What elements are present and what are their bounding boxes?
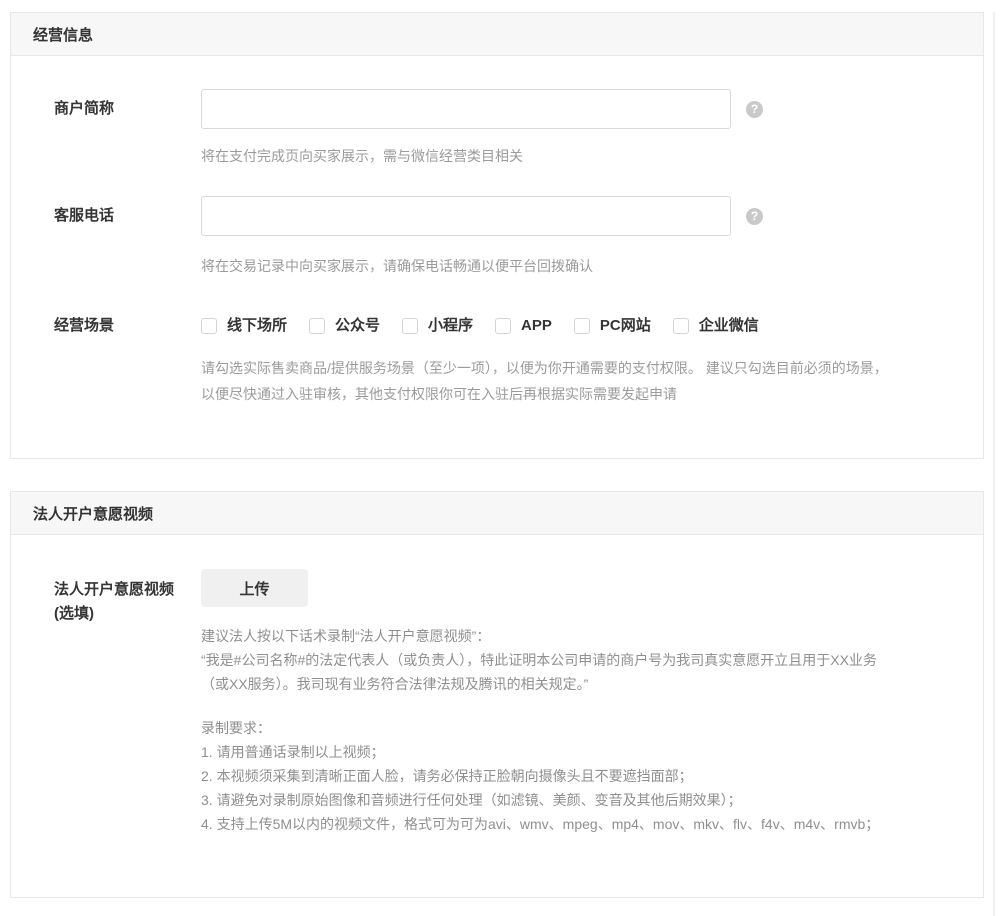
upload-button[interactable]: 上传 <box>201 569 308 607</box>
checkbox-unchecked-icon[interactable] <box>309 318 325 334</box>
video-upload-label: 法人开户意愿视频 (选填) <box>11 569 201 836</box>
merchant-short-name-hint: 将在支付完成页向买家展示，需与微信经营类目相关 <box>201 146 953 166</box>
merchant-short-name-label: 商户简称 <box>11 89 201 166</box>
video-upload-label-line2: (选填) <box>54 602 201 626</box>
video-script-line2: （或XX服务）。我司现有业务符合法律法规及腾讯的相关规定。” <box>201 672 953 696</box>
section-title: 法人开户意愿视频 <box>33 503 153 524</box>
video-upload-label-line1: 法人开户意愿视频 <box>54 578 201 602</box>
scrollbar-track[interactable] <box>993 12 995 916</box>
section-business-info-body: 商户简称 将在支付完成页向买家展示，需与微信经营类目相关 客服电话 将在交易记录… <box>11 56 983 458</box>
section-business-info: 经营信息 商户简称 将在支付完成页向买家展示，需与微信经营类目相关 客服电话 将… <box>10 12 984 459</box>
video-script-line1: “我是#公司名称#的法定代表人（或负责人），特此证明本公司申请的商户号为我司真实… <box>201 648 953 672</box>
service-phone-row: 客服电话 将在交易记录中向买家展示，请确保电话畅通以便平台回拨确认 <box>11 196 953 276</box>
checkbox-unchecked-icon[interactable] <box>673 318 689 334</box>
section-legal-person-video-header: 法人开户意愿视频 <box>11 492 983 535</box>
video-requirement-3: 3. 请避免对录制原始图像和音频进行任何处理（如滤镜、美颜、变音及其他后期效果）… <box>201 788 953 812</box>
business-scenes-hint-line2: 以便尽快通过入驻审核，其他支付权限你可在入驻后再根据实际需要发起申请 <box>201 381 953 407</box>
merchant-short-name-input[interactable] <box>201 89 731 129</box>
video-requirement-1: 1. 请用普通话录制以上视频； <box>201 740 953 764</box>
scene-checkbox-mini-program[interactable]: 小程序 <box>402 316 473 335</box>
service-phone-hint: 将在交易记录中向买家展示，请确保电话畅通以便平台回拨确认 <box>201 256 953 276</box>
help-icon[interactable] <box>746 208 763 225</box>
checkbox-unchecked-icon[interactable] <box>402 318 418 334</box>
checkbox-unchecked-icon[interactable] <box>201 318 217 334</box>
service-phone-field: 将在交易记录中向买家展示，请确保电话畅通以便平台回拨确认 <box>201 196 953 276</box>
checkbox-unchecked-icon[interactable] <box>495 318 511 334</box>
service-phone-label: 客服电话 <box>11 196 201 276</box>
business-scenes-row: 经营场景 线下场所 公众号 小程序 <box>11 316 953 407</box>
section-business-info-header: 经营信息 <box>11 13 983 56</box>
section-legal-person-video-body: 法人开户意愿视频 (选填) 上传 建议法人按以下话术录制“法人开户意愿视频”： … <box>11 535 983 897</box>
merchant-short-name-field: 将在支付完成页向买家展示，需与微信经营类目相关 <box>201 89 953 166</box>
scene-checkbox-app[interactable]: APP <box>495 316 552 335</box>
scene-checkbox-official-account[interactable]: 公众号 <box>309 316 380 335</box>
video-requirement-4: 4. 支持上传5M以内的视频文件，格式可为可为avi、wmv、mpeg、mp4、… <box>201 812 953 836</box>
scene-checkbox-offline[interactable]: 线下场所 <box>201 316 287 335</box>
video-requirement-2: 2. 本视频须采集到清晰正面人脸，请务必保持正脸朝向摄像头且不要遮挡面部； <box>201 764 953 788</box>
video-upload-row: 法人开户意愿视频 (选填) 上传 建议法人按以下话术录制“法人开户意愿视频”： … <box>11 569 953 836</box>
scene-checkbox-group: 线下场所 公众号 小程序 APP <box>201 316 953 335</box>
service-phone-input[interactable] <box>201 196 731 236</box>
checkbox-unchecked-icon[interactable] <box>574 318 590 334</box>
business-scenes-label: 经营场景 <box>11 316 201 407</box>
business-scenes-field: 线下场所 公众号 小程序 APP <box>201 316 953 407</box>
section-legal-person-video: 法人开户意愿视频 法人开户意愿视频 (选填) 上传 建议法人按以下话术录制“法人… <box>10 491 984 898</box>
help-icon[interactable] <box>746 101 763 118</box>
scene-checkbox-wecom[interactable]: 企业微信 <box>673 316 759 335</box>
section-title: 经营信息 <box>33 24 93 45</box>
video-instructions: 建议法人按以下话术录制“法人开户意愿视频”： “我是#公司名称#的法定代表人（或… <box>201 624 953 836</box>
video-upload-field: 上传 建议法人按以下话术录制“法人开户意愿视频”： “我是#公司名称#的法定代表… <box>201 569 953 836</box>
merchant-short-name-row: 商户简称 将在支付完成页向买家展示，需与微信经营类目相关 <box>11 89 953 166</box>
video-requirements-title: 录制要求： <box>201 716 953 740</box>
spacer <box>201 696 953 716</box>
scene-checkbox-pc-website[interactable]: PC网站 <box>574 316 651 335</box>
business-scenes-hint: 请勾选实际售卖商品/提供服务场景（至少一项），以便为你开通需要的支付权限。 建议… <box>201 355 953 407</box>
business-scenes-hint-line1: 请勾选实际售卖商品/提供服务场景（至少一项），以便为你开通需要的支付权限。 建议… <box>201 355 953 381</box>
video-script-intro: 建议法人按以下话术录制“法人开户意愿视频”： <box>201 624 953 648</box>
